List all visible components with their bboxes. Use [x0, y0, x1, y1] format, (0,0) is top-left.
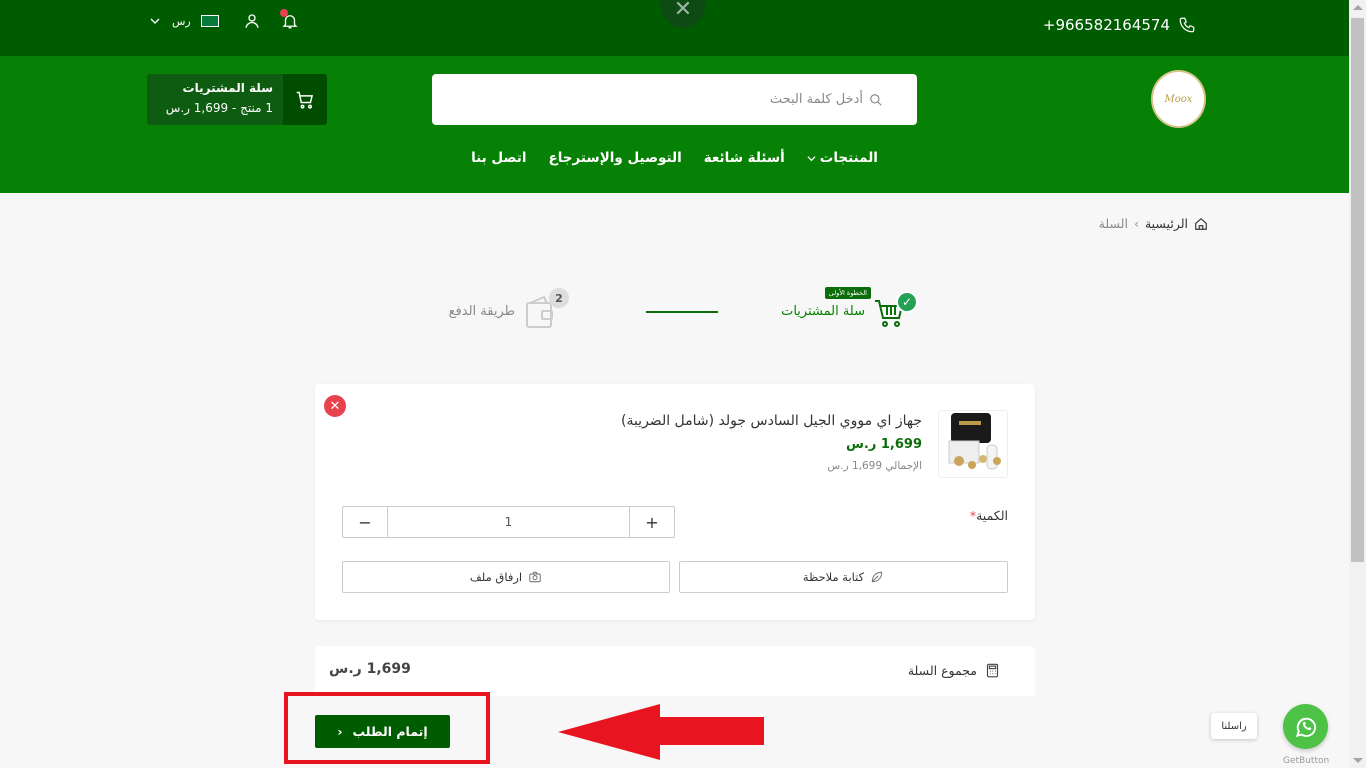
leaf-icon [870, 570, 884, 584]
step-payment: طريقة الدفع 2 [448, 287, 572, 337]
calculator-icon [985, 663, 1000, 678]
cart-icon [283, 74, 327, 125]
cart-total-label: مجموع السلة [908, 663, 1000, 678]
check-icon: ✓ [896, 291, 918, 313]
scrollbar-thumb[interactable] [1351, 18, 1364, 562]
camera-icon [528, 570, 542, 584]
cart-info: سلة المشتريات 1 منتج - 1,699 ر.س [147, 74, 283, 125]
step2-label: طريقة الدفع [448, 304, 515, 319]
breadcrumb-current: السلة [1098, 216, 1128, 231]
annotation-arrow-icon [558, 704, 764, 760]
page-scrollbar[interactable] [1349, 0, 1366, 768]
attach-file-label: ارفاق ملف [469, 570, 523, 584]
cart-summary: 1 منتج - 1,699 ر.س [165, 101, 273, 115]
step2-number: 2 [549, 288, 569, 308]
write-note-button[interactable]: كتابة ملاحظة [679, 561, 1008, 593]
currency-selector[interactable]: رس [172, 15, 191, 28]
getbutton-caption: GetButton [1283, 756, 1330, 766]
notification-dot [279, 9, 288, 17]
chevron-down-icon[interactable] [150, 16, 160, 26]
chevron-down-icon [807, 154, 816, 163]
product-thumbnail[interactable] [938, 410, 1008, 478]
quantity-stepper: − 1 + [342, 506, 675, 538]
nav-item-shipping[interactable]: التوصيل والإسترجاع [548, 150, 681, 166]
breadcrumb-home[interactable]: الرئيسية [1145, 216, 1188, 231]
main-nav: المنتجات أسئلة شائعة التوصيل والإسترجاع … [0, 150, 1349, 166]
attach-file-button[interactable]: ارفاق ملف [342, 561, 670, 593]
search-input[interactable]: أدخل كلمة البحث [770, 92, 863, 107]
header-cart-button[interactable]: سلة المشتريات 1 منتج - 1,699 ر.س [147, 74, 327, 125]
search-icon[interactable] [869, 93, 883, 107]
scroll-down-icon[interactable] [1353, 758, 1363, 763]
step-connector [646, 311, 718, 313]
site-logo[interactable]: Moox [1151, 70, 1206, 128]
step1-label: سلة المشتريات [781, 304, 865, 319]
scroll-up-icon[interactable] [1353, 5, 1363, 10]
logo-text: Moox [1164, 93, 1193, 105]
search-bar[interactable]: أدخل كلمة البحث [432, 74, 917, 125]
cart-total-value: 1,699 ر.س [329, 661, 411, 677]
annotation-highlight-box [284, 692, 490, 764]
topbar-actions: رس [150, 9, 299, 30]
whatsapp-button[interactable] [1283, 704, 1328, 749]
phone-icon [1178, 16, 1196, 34]
remove-item-button[interactable]: ✕ [324, 395, 346, 417]
product-total: الإجمالي 1,699 ر.س [827, 460, 922, 472]
user-icon[interactable] [243, 12, 261, 30]
product-name[interactable]: جهاز اي مووي الجيل السادس جولد (شامل الض… [621, 413, 922, 429]
step-cart: الخطوة الأولى سلة المشتريات ✓ [781, 287, 923, 337]
product-price: 1,699 ر.س [845, 437, 922, 452]
chevron-left-icon: › [1133, 216, 1139, 231]
whatsapp-tooltip[interactable]: راسلنا [1211, 713, 1257, 739]
cart-title: سلة المشتريات [182, 81, 273, 95]
decrease-quantity-button[interactable]: − [343, 507, 387, 537]
step-badge: الخطوة الأولى [824, 287, 871, 299]
nav-item-contact[interactable]: اتصل بنا [471, 150, 526, 166]
flag-icon[interactable] [200, 15, 219, 27]
nav-item-products[interactable]: المنتجات [807, 150, 878, 166]
increase-quantity-button[interactable]: + [630, 507, 674, 537]
home-icon[interactable] [1194, 217, 1208, 231]
quantity-input[interactable]: 1 [387, 507, 630, 537]
close-icon: ✕ [329, 398, 341, 414]
quantity-label: الكمية* [970, 508, 1008, 523]
nav-item-faq[interactable]: أسئلة شائعة [704, 150, 785, 166]
close-icon: ✕ [673, 0, 693, 22]
phone-contact[interactable]: +966582164574 [1043, 16, 1196, 34]
nav-label-products[interactable]: المنتجات [820, 150, 878, 166]
write-note-label: كتابة ملاحظة [802, 570, 865, 584]
quantity-label-text: الكمية [976, 508, 1008, 523]
phone-number[interactable]: +966582164574 [1043, 16, 1170, 34]
breadcrumb: الرئيسية › السلة [1099, 216, 1208, 231]
bell-icon[interactable] [279, 9, 299, 30]
cart-total-text: مجموع السلة [907, 663, 977, 678]
whatsapp-icon [1293, 714, 1319, 740]
